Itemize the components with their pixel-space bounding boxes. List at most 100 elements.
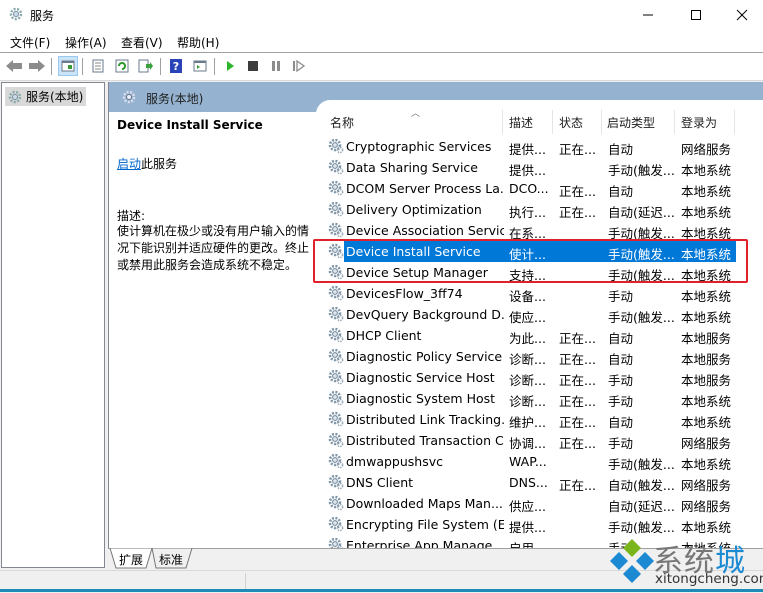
table-row[interactable]: DevicesFlow_3ff74 设备... 手动 本地系统	[316, 283, 741, 304]
tree-item-services-local[interactable]: 服务(本地)	[5, 87, 86, 106]
toolbar-separator	[160, 58, 161, 75]
table-row[interactable]: DHCP Client 为此... 正在... 自动 本地服务	[316, 325, 741, 346]
column-divider[interactable]	[601, 110, 602, 134]
service-gear-icon	[328, 474, 344, 490]
resume-service-button[interactable]	[289, 56, 309, 76]
cell-desc: 维护...	[509, 415, 546, 430]
menu-help[interactable]: 帮助(H)	[177, 34, 219, 51]
forward-button[interactable]	[27, 56, 47, 76]
cell-logon: 本地服务	[681, 352, 732, 367]
service-gear-icon	[328, 327, 344, 343]
cell-name: Cryptographic Services	[346, 139, 492, 154]
stop-service-button[interactable]	[243, 56, 263, 76]
start-service-button[interactable]	[220, 56, 240, 76]
cell-logon: 本地系统	[681, 394, 732, 409]
cell-name: DevicesFlow_3ff74	[346, 286, 463, 301]
cell-desc: DNS...	[509, 475, 548, 490]
refresh-button[interactable]	[112, 56, 132, 76]
forward-icon	[29, 60, 45, 72]
table-row[interactable]: DNS Client DNS... 正在... 自动(触发... 网络服务	[316, 472, 741, 493]
cell-desc: WAP...	[509, 454, 547, 469]
selected-service-name: Device Install Service	[117, 118, 263, 132]
column-header-startup-type[interactable]: 启动类型	[607, 114, 655, 131]
cell-startup: 手动(触发...	[608, 310, 674, 325]
table-row[interactable]: Downloaded Maps Man... 供应... 自动(延迟... 网络服务	[316, 493, 741, 514]
cell-name: Device Association Service	[346, 223, 504, 238]
table-row[interactable]: Encrypting File System (E... 提供... 手动(触发..…	[316, 514, 741, 535]
table-row[interactable]: Diagnostic Service Host 诊断... 正在... 手动 本地服务	[316, 367, 741, 388]
tab-standard[interactable]: 标准	[156, 549, 186, 569]
cell-name: DCOM Server Process La...	[346, 181, 504, 196]
column-divider[interactable]	[552, 110, 553, 134]
cell-logon: 本地系统	[681, 163, 732, 178]
column-header-status[interactable]: 状态	[559, 114, 583, 131]
minimize-button[interactable]	[625, 0, 671, 30]
table-row[interactable]: dmwappushsvc WAP... 手动(触发... 本地系统	[316, 451, 741, 472]
cell-desc: 为此...	[509, 331, 546, 346]
table-row[interactable]: Distributed Link Tracking... 维护... 正在... 自动…	[316, 409, 741, 430]
menu-bar: 文件(F) 操作(A) 查看(V) 帮助(H)	[0, 30, 763, 53]
cell-name: Distributed Link Tracking...	[346, 412, 504, 427]
table-row[interactable]: Cryptographic Services 提供... 正在... 自动 网络服务	[316, 136, 741, 157]
cell-logon: 本地服务	[681, 331, 732, 346]
table-row[interactable]: DCOM Server Process La... DCO... 正在... 自动 本地…	[316, 178, 741, 199]
back-icon	[6, 60, 22, 72]
cell-logon: 本地系统	[681, 457, 732, 472]
cell-startup: 手动(触发...	[608, 163, 674, 178]
help-button[interactable]: ?	[166, 56, 186, 76]
close-button[interactable]	[719, 0, 763, 30]
column-divider[interactable]	[734, 110, 735, 134]
service-gear-icon	[328, 285, 344, 301]
cell-startup: 手动	[608, 373, 634, 388]
highlight-annotation-box	[313, 239, 748, 283]
export-list-button[interactable]	[136, 56, 156, 76]
cell-startup: 自动	[608, 415, 634, 430]
cell-name: Diagnostic System Host	[346, 391, 496, 406]
cell-desc: DCO...	[509, 181, 549, 196]
cell-name: DHCP Client	[346, 328, 422, 343]
start-service-link[interactable]: 启动	[117, 157, 141, 171]
column-header-description[interactable]: 描述	[509, 114, 533, 131]
show-hide-console-tree-button[interactable]	[58, 56, 78, 76]
maximize-button[interactable]	[673, 0, 719, 30]
table-row[interactable]: Distributed Transaction C... 协调... 正在... 手动…	[316, 430, 741, 451]
cell-startup: 手动	[608, 289, 634, 304]
service-gear-icon	[328, 159, 344, 175]
column-divider[interactable]	[674, 110, 675, 134]
watermark: 系统城 xitongcheng.com	[605, 533, 763, 592]
column-header-name[interactable]: 名称	[330, 114, 354, 131]
cell-name: Downloaded Maps Man...	[346, 496, 503, 511]
table-row[interactable]: Delivery Optimization 执行... 正在... 自动(延迟... 本…	[316, 199, 741, 220]
menu-file[interactable]: 文件(F)	[10, 34, 50, 51]
toolbar-separator	[51, 58, 52, 75]
table-row[interactable]: Diagnostic System Host 诊断... 正在... 手动 本地系统	[316, 388, 741, 409]
cell-logon: 网络服务	[681, 499, 732, 514]
cell-desc: 执行...	[509, 205, 546, 220]
table-row[interactable]: DevQuery Background D... 使应... 手动(触发... 本地系…	[316, 304, 741, 325]
service-gear-icon	[328, 369, 344, 385]
pause-service-button[interactable]	[266, 56, 286, 76]
menu-view[interactable]: 查看(V)	[121, 34, 163, 51]
properties-button[interactable]	[88, 56, 108, 76]
column-divider[interactable]	[502, 110, 503, 134]
menu-action[interactable]: 操作(A)	[65, 34, 107, 51]
svg-text:?: ?	[173, 60, 179, 73]
stop-icon	[248, 61, 258, 71]
table-row[interactable]: Diagnostic Policy Service 诊断... 正在... 自动 本地服…	[316, 346, 741, 367]
cell-startup: 自动(延迟...	[608, 499, 674, 514]
action-pane-button[interactable]	[190, 56, 210, 76]
action-pane-icon	[193, 60, 207, 72]
cell-logon: 本地系统	[681, 289, 732, 304]
table-row[interactable]: Device Association Service 在系... 手动(触发... 本…	[316, 220, 741, 241]
cell-status: 正在...	[559, 415, 596, 430]
table-row[interactable]: Data Sharing Service 提供... 手动(触发... 本地系统	[316, 157, 741, 178]
column-header-logon-as[interactable]: 登录为	[681, 114, 717, 131]
tab-extended[interactable]: 扩展	[116, 549, 146, 569]
cell-name: Data Sharing Service	[346, 160, 478, 175]
console-tree-icon	[61, 60, 75, 72]
service-gear-icon	[328, 348, 344, 364]
toolbar: ?	[0, 53, 763, 81]
cell-desc: 供应...	[509, 499, 546, 514]
cell-startup: 手动	[608, 394, 634, 409]
back-button[interactable]	[4, 56, 24, 76]
